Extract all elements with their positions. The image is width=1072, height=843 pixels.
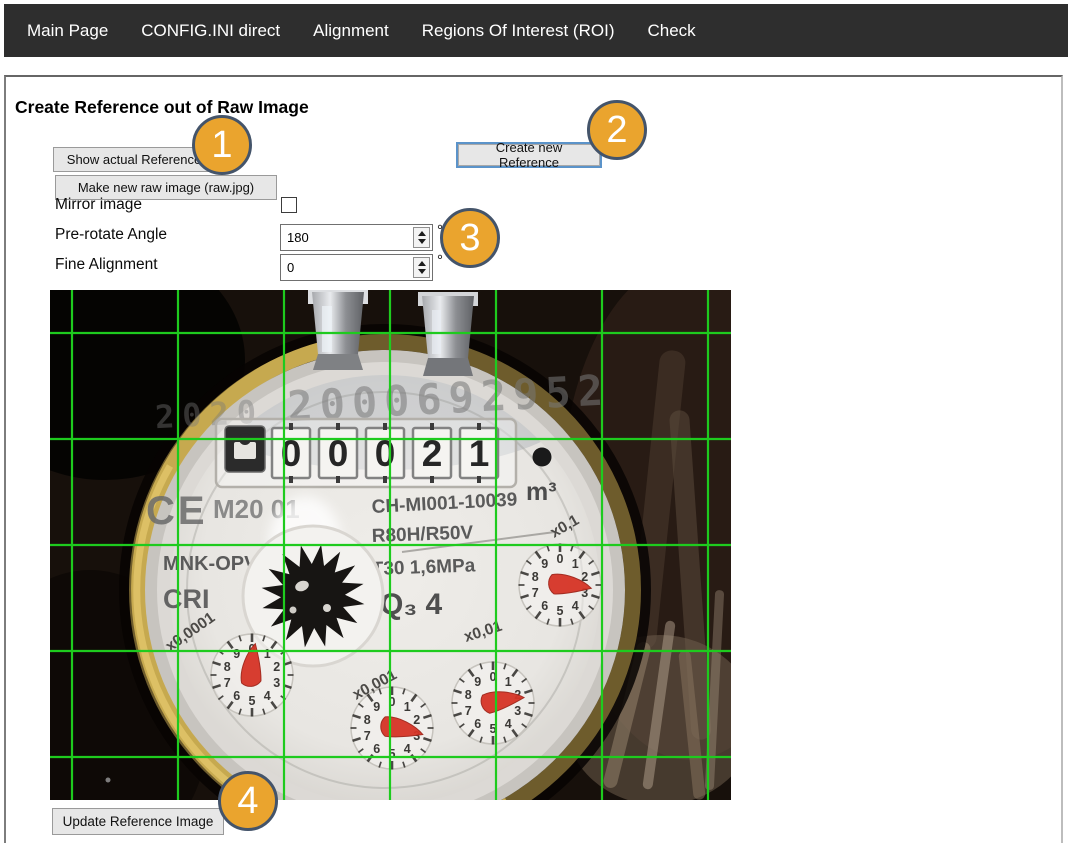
svg-text:5: 5 (557, 604, 564, 618)
ce-mark: CE (146, 489, 208, 533)
unit-label: m³ (526, 478, 557, 506)
spinner-down-icon[interactable] (418, 269, 426, 274)
prerotate-spinner[interactable] (413, 227, 430, 248)
nav-config-ini[interactable]: CONFIG.INI direct (141, 21, 280, 41)
svg-text:4: 4 (404, 742, 411, 756)
page-title: Create Reference out of Raw Image (15, 97, 309, 118)
svg-text:8: 8 (465, 688, 472, 702)
fine-alignment-label: Fine Alignment (55, 256, 158, 274)
svg-text:4: 4 (264, 689, 271, 703)
svg-text:3: 3 (273, 676, 280, 690)
nav-roi[interactable]: Regions Of Interest (ROI) (422, 21, 615, 41)
svg-text:6: 6 (233, 689, 240, 703)
svg-text:8: 8 (532, 570, 539, 584)
show-actual-reference-button[interactable]: Show actual Reference (53, 147, 215, 172)
fine-alignment-field (280, 254, 433, 281)
callout-1: 1 (192, 115, 252, 175)
svg-text:8: 8 (224, 660, 231, 674)
mirror-image-label: Mirror image (55, 196, 142, 214)
update-reference-image-button[interactable]: Update Reference Image (52, 808, 224, 835)
svg-text:6: 6 (474, 717, 481, 731)
svg-text:6: 6 (373, 742, 380, 756)
svg-text:7: 7 (224, 676, 231, 690)
svg-text:5: 5 (249, 694, 256, 708)
prerotate-angle-label: Pre-rotate Angle (55, 226, 167, 244)
svg-text:1: 1 (572, 557, 579, 571)
svg-text:0: 0 (557, 552, 564, 566)
brand-mark-2: CRI (163, 584, 210, 614)
svg-text:3: 3 (514, 704, 521, 718)
svg-text:2: 2 (273, 660, 280, 674)
spinner-down-icon[interactable] (418, 239, 426, 244)
nav-main-page[interactable]: Main Page (27, 21, 108, 41)
reference-page: Main Page CONFIG.INI direct Alignment Re… (0, 0, 1072, 843)
nav-alignment[interactable]: Alignment (313, 21, 389, 41)
svg-text:9: 9 (474, 675, 481, 689)
nav-check[interactable]: Check (647, 21, 695, 41)
svg-text:9: 9 (373, 700, 380, 714)
svg-text:1: 1 (264, 647, 271, 661)
svg-text:4: 4 (572, 599, 579, 613)
prerotate-angle-field (280, 224, 433, 251)
svg-text:9: 9 (233, 647, 240, 661)
svg-text:6: 6 (541, 599, 548, 613)
fine-alignment-input[interactable] (280, 254, 433, 281)
spinner-up-icon[interactable] (418, 261, 426, 266)
test-dot (533, 448, 552, 467)
temp-pressure-mark: T30 1,6MPa (371, 555, 476, 580)
svg-text:4: 4 (505, 717, 512, 731)
top-navigation: Main Page CONFIG.INI direct Alignment Re… (4, 4, 1068, 57)
svg-text:1: 1 (505, 675, 512, 689)
reference-image-preview: 2020 2000692952 0 0 0 2 1 (50, 290, 731, 800)
svg-text:1: 1 (404, 700, 411, 714)
ratio-mark: R80H/R50V (371, 522, 473, 547)
odometer-digit-windows: 0 0 0 2 1 (272, 423, 498, 483)
callout-2: 2 (587, 100, 647, 160)
callout-4: 4 (218, 771, 278, 831)
clip-left (308, 290, 368, 370)
svg-text:7: 7 (465, 704, 472, 718)
create-new-reference-button[interactable]: Create new Reference (456, 142, 602, 168)
svg-text:2: 2 (413, 713, 420, 727)
mirror-image-checkbox[interactable] (281, 197, 297, 213)
svg-text:7: 7 (364, 729, 371, 743)
svg-text:8: 8 (364, 713, 371, 727)
svg-text:9: 9 (541, 557, 548, 571)
callout-3: 3 (440, 208, 500, 268)
fine-alignment-degree-unit: ° (437, 252, 443, 269)
spinner-up-icon[interactable] (418, 231, 426, 236)
prerotate-angle-input[interactable] (280, 224, 433, 251)
fine-alignment-spinner[interactable] (413, 257, 430, 278)
svg-text:7: 7 (532, 586, 539, 600)
